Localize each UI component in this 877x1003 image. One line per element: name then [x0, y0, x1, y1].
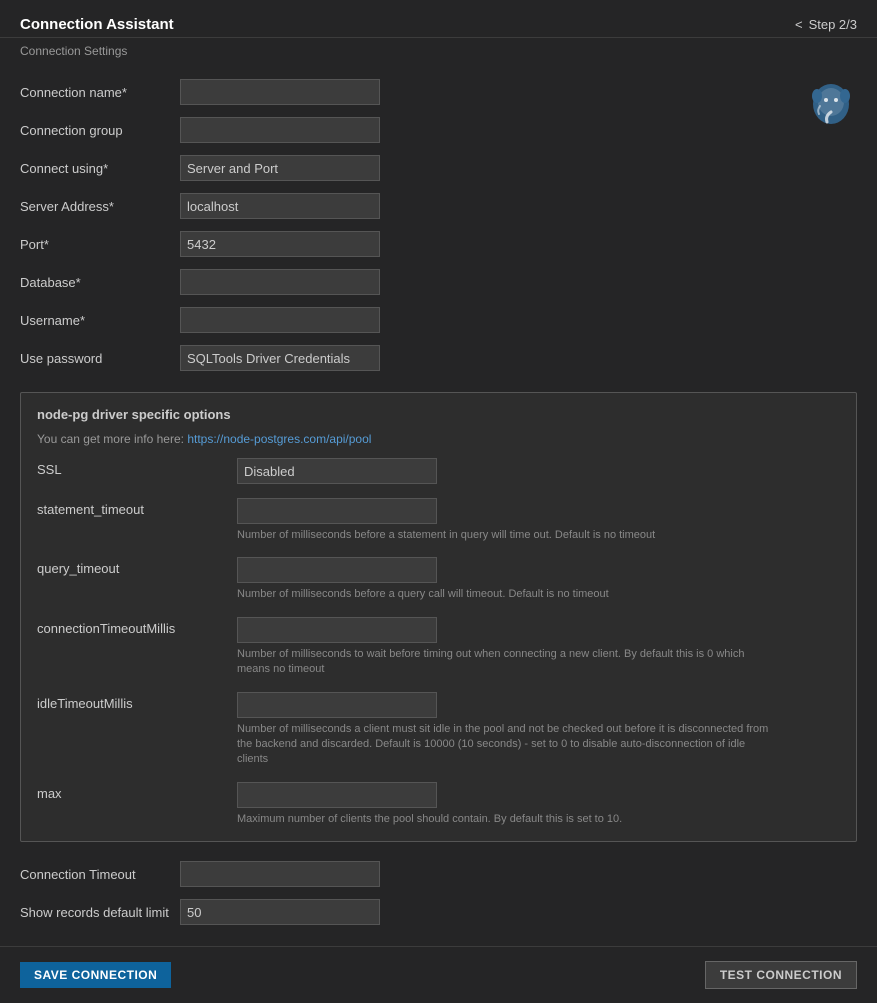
connection-group-label: Connection group [20, 123, 180, 138]
statement-timeout-row: statement_timeout Number of milliseconds… [37, 498, 840, 543]
ssl-select[interactable]: Disabled Enabled Required [237, 458, 437, 484]
connection-timeout-millis-hint: Number of milliseconds to wait before ti… [237, 647, 777, 678]
driver-options-section: node-pg driver specific options You can … [20, 392, 857, 842]
use-password-row: Use password SQLTools Driver Credentials [20, 344, 857, 372]
ssl-row: SSL Disabled Enabled Required [37, 458, 840, 484]
step-indicator: < Step 2/3 [795, 17, 857, 32]
connection-name-label: Connection name* [20, 85, 180, 100]
max-hint: Maximum number of clients the pool shoul… [237, 812, 777, 827]
max-label: max [37, 782, 237, 801]
port-row: Port* [20, 230, 857, 258]
save-connection-button[interactable]: SAVE CONNECTION [20, 962, 171, 988]
username-label: Username* [20, 313, 180, 328]
connection-name-input[interactable] [180, 79, 380, 105]
connection-timeout-input[interactable] [180, 861, 380, 887]
use-password-label: Use password [20, 351, 180, 366]
port-input[interactable] [180, 231, 380, 257]
connection-timeout-millis-input-area: Number of milliseconds to wait before ti… [237, 617, 840, 678]
username-row: Username* [20, 306, 857, 334]
port-label: Port* [20, 237, 180, 252]
ssl-label: SSL [37, 458, 237, 477]
max-input-area: Maximum number of clients the pool shoul… [237, 782, 840, 827]
query-timeout-input-area: Number of milliseconds before a query ca… [237, 557, 840, 602]
connection-group-input[interactable] [180, 117, 380, 143]
query-timeout-hint: Number of milliseconds before a query ca… [237, 587, 777, 602]
username-input[interactable] [180, 307, 380, 333]
connect-using-row: Connect using* Server and Port [20, 154, 857, 182]
show-records-input[interactable] [180, 899, 380, 925]
page-title: Connection Assistant [20, 16, 174, 33]
step-text: Step 2/3 [809, 17, 857, 32]
use-password-select[interactable]: SQLTools Driver Credentials [180, 345, 380, 371]
ssl-input-area: Disabled Enabled Required [237, 458, 840, 484]
breadcrumb: Connection Settings [20, 44, 127, 58]
connection-timeout-millis-label: connectionTimeoutMillis [37, 617, 237, 636]
idle-timeout-millis-input[interactable] [237, 692, 437, 718]
connect-using-label: Connect using* [20, 161, 180, 176]
database-input[interactable] [180, 269, 380, 295]
pg-logo-area [805, 78, 857, 133]
idle-timeout-millis-label: idleTimeoutMillis [37, 692, 237, 711]
database-row: Database* [20, 268, 857, 296]
connection-timeout-millis-input[interactable] [237, 617, 437, 643]
idle-timeout-millis-row: idleTimeoutMillis Number of milliseconds… [37, 692, 840, 768]
connect-using-select[interactable]: Server and Port [180, 155, 380, 181]
query-timeout-row: query_timeout Number of milliseconds bef… [37, 557, 840, 602]
connection-name-row: Connection name* [20, 78, 857, 106]
server-address-label: Server Address* [20, 199, 180, 214]
section-info-link[interactable]: https://node-postgres.com/api/pool [187, 432, 371, 446]
show-records-label: Show records default limit [20, 905, 180, 920]
statement-timeout-hint: Number of milliseconds before a statemen… [237, 528, 777, 543]
query-timeout-input[interactable] [237, 557, 437, 583]
server-address-input[interactable] [180, 193, 380, 219]
test-connection-button[interactable]: TEST CONNECTION [705, 961, 857, 989]
max-row: max Maximum number of clients the pool s… [37, 782, 840, 827]
section-info: You can get more info here: https://node… [37, 432, 840, 446]
connection-timeout-row: Connection Timeout [20, 860, 857, 888]
query-timeout-label: query_timeout [37, 557, 237, 576]
database-label: Database* [20, 275, 180, 290]
statement-timeout-input[interactable] [237, 498, 437, 524]
idle-timeout-millis-hint: Number of milliseconds a client must sit… [237, 722, 777, 768]
server-address-row: Server Address* [20, 192, 857, 220]
connection-timeout-millis-row: connectionTimeoutMillis Number of millis… [37, 617, 840, 678]
footer: SAVE CONNECTION TEST CONNECTION [0, 946, 877, 1003]
max-input[interactable] [237, 782, 437, 808]
connection-group-row: Connection group [20, 116, 857, 144]
statement-timeout-input-area: Number of milliseconds before a statemen… [237, 498, 840, 543]
section-title: node-pg driver specific options [37, 407, 840, 422]
show-records-row: Show records default limit [20, 898, 857, 926]
connection-timeout-label: Connection Timeout [20, 867, 180, 882]
statement-timeout-label: statement_timeout [37, 498, 237, 517]
back-arrow[interactable]: < [795, 17, 803, 32]
postgresql-logo-icon [805, 78, 857, 130]
idle-timeout-millis-input-area: Number of milliseconds a client must sit… [237, 692, 840, 768]
